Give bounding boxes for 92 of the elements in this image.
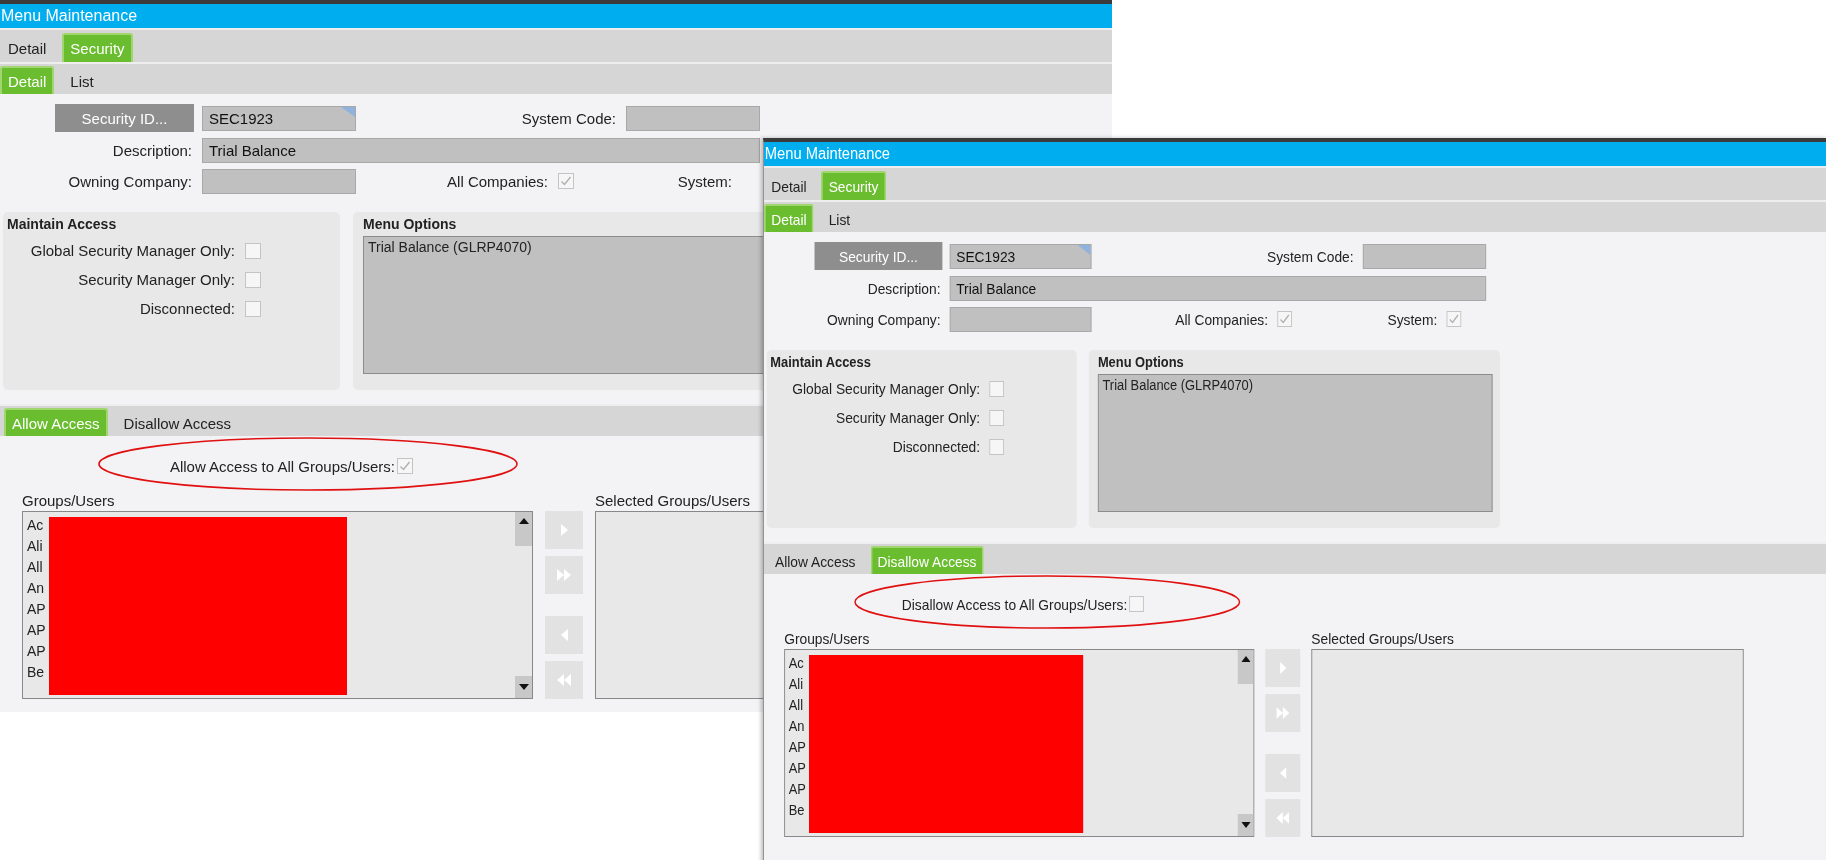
checkbox[interactable] [989,438,1005,455]
system-code-field[interactable] [626,105,760,131]
list-item[interactable]: AP [27,641,46,662]
panel-title: Menu Options [1097,354,1185,370]
tab[interactable]: List [821,204,858,232]
checkbox[interactable] [558,173,574,189]
field-label: All Companies: [446,172,548,190]
field-label: Description: [111,141,192,159]
option-label: Disconnected: [138,300,235,317]
field-label: Description: [866,279,941,297]
list-item[interactable]: Trial Balance (GLRP4070) [368,239,532,255]
checkbox[interactable] [989,409,1005,426]
list-item[interactable]: All [27,557,43,578]
scroll-up-icon[interactable] [1237,650,1254,684]
scroll-down-icon[interactable] [1237,814,1254,836]
list-label: Selected Groups/Users [595,492,752,509]
option-label: Security Manager Only: [834,409,981,426]
option-label: Disallow Access to All Groups/Users: [900,595,1128,613]
list-item[interactable]: All [788,695,804,716]
option-label: Security Manager Only: [77,271,235,288]
checkbox[interactable] [1129,596,1144,612]
list-item[interactable]: AP [788,779,806,800]
tab[interactable]: Detail [763,171,814,200]
triangle-left-icon [560,629,568,641]
move-all-right-button[interactable] [1265,694,1301,732]
option-label: Global Security Manager Only: [791,380,981,397]
list-item[interactable]: Ac [788,653,804,674]
owning-company-field[interactable] [949,306,1092,332]
description-field[interactable]: Trial Balance [949,275,1487,301]
description-field[interactable]: Trial Balance [202,137,760,163]
tab[interactable]: Allow Access [767,546,863,574]
list-item[interactable]: Be [27,662,45,683]
tab[interactable]: Disallow Access [115,408,240,436]
option-label: Allow Access to All Groups/Users: [168,457,395,475]
move-all-left-button[interactable] [545,661,583,699]
move-all-right-button[interactable] [545,556,583,594]
field-label: System: [1386,310,1438,328]
list-item[interactable]: An [788,716,805,737]
scroll-down-icon[interactable] [515,676,532,698]
list-item[interactable]: AP [788,758,806,779]
list-item[interactable]: Ac [27,515,44,536]
move-left-button[interactable] [1265,754,1301,792]
list-item[interactable]: Be [788,800,805,821]
window-title: Menu Maintenance [764,145,891,163]
field-label: System: [676,172,732,190]
field-label: All Companies: [1174,310,1269,328]
field-label: System Code: [520,109,616,127]
double-triangle-left-icon [1276,812,1290,824]
checkbox[interactable] [245,242,261,259]
list-item[interactable]: An [27,578,45,599]
list-label: Groups/Users [22,492,116,509]
list-item[interactable]: AP [788,737,806,758]
triangle-left-icon [1279,767,1286,779]
checkbox[interactable] [1446,311,1462,327]
option-label: Global Security Manager Only: [29,242,235,259]
field-label: System Code: [1265,247,1354,265]
option-label: Disconnected: [891,438,981,455]
panel-title: Maintain Access [770,354,872,370]
checkbox[interactable] [245,271,261,288]
move-right-button[interactable] [545,511,583,549]
double-triangle-left-icon [557,674,571,686]
move-right-button[interactable] [1265,649,1301,687]
checkbox[interactable] [397,458,413,474]
scroll-up-icon[interactable] [515,512,532,546]
checkbox[interactable] [989,380,1005,397]
security-id-field[interactable]: SEC1923 [202,105,356,131]
window-title: Menu Maintenance [1,7,138,25]
field-label: Owning Company: [67,172,192,190]
system-code-field[interactable] [1362,243,1487,269]
list-item[interactable]: AP [27,620,46,641]
security-id-field[interactable]: SEC1923 [949,243,1092,269]
list-label: Selected Groups/Users [1311,630,1455,647]
list-item[interactable]: AP [27,599,46,620]
tab[interactable]: Detail [0,33,55,62]
list-item[interactable]: Trial Balance (GLRP4070) [1102,377,1254,393]
checkbox[interactable] [1277,311,1292,327]
list-item[interactable]: Ali [27,536,43,557]
move-all-left-button[interactable] [1265,799,1301,837]
double-triangle-right-icon [1276,707,1290,719]
triangle-right-icon [1279,662,1286,674]
owning-company-field[interactable] [202,168,356,194]
checkbox[interactable] [245,300,261,317]
list-item[interactable]: Ali [788,674,804,695]
panel-title: Maintain Access [7,216,118,232]
double-triangle-right-icon [557,569,571,581]
tab[interactable]: List [62,66,102,94]
triangle-right-icon [560,524,568,536]
corner-marker-icon [1077,244,1091,255]
corner-marker-icon [341,106,355,117]
list-label: Groups/Users [784,630,871,647]
field-label: Owning Company: [826,310,941,328]
move-left-button[interactable] [545,616,583,654]
